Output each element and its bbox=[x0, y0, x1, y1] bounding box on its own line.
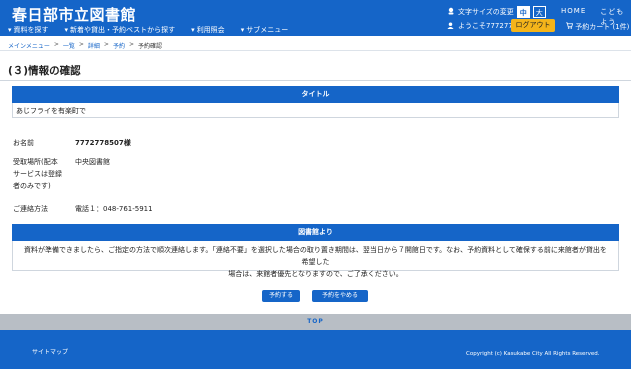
menu-item-usage[interactable]: ▾ 利用照会 bbox=[191, 25, 225, 35]
font-size-icon bbox=[447, 7, 455, 17]
chevron-down-icon: ▾ bbox=[64, 26, 69, 34]
chevron-down-icon: ▾ bbox=[240, 26, 245, 34]
menu-item-submenu[interactable]: ▾ サブメニュー bbox=[241, 25, 289, 35]
site-title[interactable]: 春日部市立図書館 bbox=[12, 4, 136, 25]
main-menu: ▾ 資料を探す ▾ 新着や貸出・予約ベストから探す ▾ 利用照会 ▾ サブメニュ… bbox=[8, 25, 304, 35]
title-box-header: タイトル bbox=[12, 86, 619, 103]
breadcrumb-separator: > bbox=[128, 41, 134, 48]
notice-line: 場合は、来館者優先となりますので、ご了承ください。 bbox=[228, 270, 403, 278]
menu-item-search[interactable]: ▾ 資料を探す bbox=[8, 25, 49, 35]
breadcrumb-separator: > bbox=[78, 41, 84, 48]
chevron-down-icon: ▾ bbox=[191, 26, 195, 34]
notice-line: 資料が準備できましたら、ご指定の方法で順次連絡します。「連絡不要」を選択した場合… bbox=[24, 246, 607, 266]
user-icon bbox=[447, 21, 454, 31]
site-header: 春日部市立図書館 文字サイズの変更 中 大 HOME こどもよう ようこそ777… bbox=[0, 0, 631, 36]
menu-item-label: 新着や貸出・予約ベストから探す bbox=[70, 26, 176, 34]
pickup-label-line: 受取場所(配本 bbox=[13, 158, 58, 166]
breadcrumb-detail[interactable]: 詳細 bbox=[88, 41, 100, 50]
title-value: あじフライを有楽町で bbox=[16, 107, 86, 115]
font-size-medium-button[interactable]: 中 bbox=[516, 6, 530, 18]
font-size-control: 文字サイズの変更 中 大 bbox=[447, 6, 546, 18]
pickup-label-line: サービスは登録 bbox=[13, 170, 62, 178]
name-value: 7772778507様 bbox=[75, 139, 131, 147]
menu-item-label: 利用照会 bbox=[196, 26, 225, 34]
cart-link[interactable]: 予約カート (1件) bbox=[566, 22, 629, 32]
breadcrumb-reserve[interactable]: 予約 bbox=[113, 41, 125, 50]
divider bbox=[0, 80, 631, 81]
notice-box-header: 図書館より bbox=[12, 224, 619, 241]
sitemap-link[interactable]: サイトマップ bbox=[32, 347, 68, 356]
breadcrumb-list[interactable]: 一覧 bbox=[63, 41, 75, 50]
copyright: Copyright (c) Kasukabe City All Rights R… bbox=[466, 351, 600, 357]
name-label: お名前 bbox=[13, 139, 34, 147]
pickup-value: 中央図書館 bbox=[75, 158, 110, 166]
cart-icon bbox=[566, 22, 575, 31]
title-box-body: あじフライを有楽町で bbox=[12, 103, 619, 118]
logout-button[interactable]: ログアウト bbox=[511, 19, 555, 32]
breadcrumb-current: 予約確認 bbox=[138, 43, 163, 50]
divider bbox=[0, 50, 631, 51]
notice-box-body: 資料が準備できましたら、ご指定の方法で順次連絡します。「連絡不要」を選択した場合… bbox=[12, 241, 619, 278]
breadcrumb: メインメニュー > 一覧 > 詳細 > 予約 > 予約確認 bbox=[8, 41, 162, 50]
pickup-label-line: 者のみです) bbox=[13, 182, 51, 190]
menu-item-label: サブメニュー bbox=[246, 26, 289, 34]
cancel-reserve-button[interactable]: 予約をやめる bbox=[312, 290, 368, 302]
font-size-large-button[interactable]: 大 bbox=[532, 6, 546, 18]
site-footer bbox=[0, 330, 631, 369]
bottom-strip bbox=[0, 369, 631, 384]
breadcrumb-separator: > bbox=[103, 41, 109, 48]
page-title: (３)情報の確認 bbox=[8, 65, 81, 77]
reserve-button[interactable]: 予約する bbox=[262, 290, 300, 302]
menu-item-label: 資料を探す bbox=[13, 26, 49, 34]
menu-item-new-arrivals[interactable]: ▾ 新着や貸出・予約ベストから探す bbox=[65, 25, 176, 35]
breadcrumb-separator: > bbox=[53, 41, 59, 48]
contact-label: ご連絡方法 bbox=[13, 205, 48, 213]
cart-label: 予約カート (1件) bbox=[575, 23, 630, 31]
breadcrumb-main-menu[interactable]: メインメニュー bbox=[8, 41, 50, 50]
pickup-label: 受取場所(配本 サービスは登録 者のみです) bbox=[13, 156, 62, 192]
chevron-down-icon: ▾ bbox=[8, 26, 12, 34]
contact-value: 電話１：048-761-5911 bbox=[75, 205, 153, 213]
font-size-label: 文字サイズの変更 bbox=[458, 8, 514, 16]
page-top-link[interactable]: TOP bbox=[0, 314, 631, 330]
